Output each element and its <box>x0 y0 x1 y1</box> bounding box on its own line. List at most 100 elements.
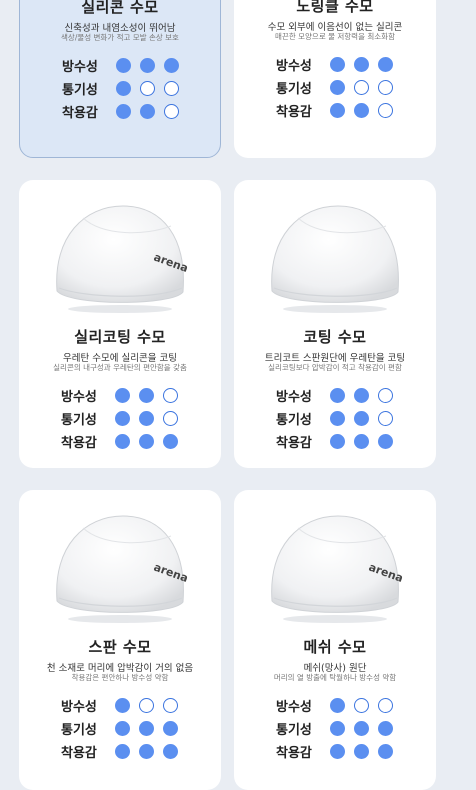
rating-row: 방수성 <box>276 384 402 407</box>
swim-cap-icon: arena <box>19 506 221 626</box>
rating-dot-filled <box>163 744 178 759</box>
rating-dot-filled <box>378 721 393 736</box>
rating-dot-filled <box>140 58 155 73</box>
rating-dot-filled <box>115 744 130 759</box>
rating-row: 통기성 <box>61 717 187 740</box>
rating-dot-filled <box>330 434 345 449</box>
product-title: 스판 수모 <box>88 638 152 656</box>
rating-table: 방수성통기성착용감 <box>276 384 402 453</box>
rating-label: 착용감 <box>62 106 98 121</box>
rating-table: 방수성통기성착용감 <box>276 694 402 763</box>
rating-label: 통기성 <box>61 413 97 428</box>
rating-row: 착용감 <box>276 740 402 763</box>
rating-dot-empty <box>378 698 393 713</box>
rating-dot-filled <box>354 388 369 403</box>
product-description: 실리콘의 내구성과 우레탄의 편안함을 갖춤 <box>53 363 187 372</box>
rating-dot-filled <box>354 434 369 449</box>
rating-dot-filled <box>330 744 345 759</box>
rating-dot-filled <box>116 58 131 73</box>
rating-dot-filled <box>140 104 155 119</box>
rating-table: 방수성통기성착용감 <box>61 694 187 763</box>
product-card[interactable]: 노링클 수모 수모 외부에 이음선이 없는 실리콘 매끈한 모양으로 물 저항력을 … <box>234 0 436 158</box>
rating-dot-empty <box>140 81 155 96</box>
rating-dot-filled <box>116 104 131 119</box>
rating-dot-filled <box>330 411 345 426</box>
rating-label: 방수성 <box>276 700 312 715</box>
rating-dot-empty <box>163 411 178 426</box>
rating-dot-filled <box>378 57 393 72</box>
rating-label: 착용감 <box>276 746 312 761</box>
rating-dot-empty <box>163 388 178 403</box>
rating-dot-filled <box>163 434 178 449</box>
rating-label: 통기성 <box>61 723 97 738</box>
product-card[interactable]: 코팅 수모 트리코트 스판원단에 우레탄을 코팅 실리코팅보다 압박감이 적고 착용… <box>234 180 436 468</box>
product-description: 매끈한 모양으로 물 저항력을 최소화함 <box>275 32 395 41</box>
product-title: 노링클 수모 <box>296 0 374 15</box>
product-description: 착용감은 편안하나 방수성 약함 <box>71 673 169 682</box>
rating-dot-filled <box>354 744 369 759</box>
rating-row: 착용감 <box>61 430 187 453</box>
rating-row: 통기성 <box>276 76 402 99</box>
rating-dot-filled <box>164 58 179 73</box>
rating-row: 착용감 <box>61 740 187 763</box>
rating-row: 통기성 <box>62 77 188 100</box>
rating-dot-filled <box>115 434 130 449</box>
rating-table: 방수성통기성착용감 <box>61 384 187 453</box>
rating-dot-filled <box>330 103 345 118</box>
rating-dot-empty <box>139 698 154 713</box>
product-card[interactable]: arena 실리코팅 수모 우레탄 수모에 실리콘을 코팅 실리콘의 내구성과 우레… <box>19 180 221 468</box>
rating-table: 방수성통기성착용감 <box>62 54 188 123</box>
rating-label: 착용감 <box>61 746 97 761</box>
rating-label: 착용감 <box>276 105 312 120</box>
product-card[interactable]: arena 스판 수모 천 소재로 머리에 압박감이 거의 없음 착용감은 편안하나… <box>19 490 221 790</box>
rating-label: 방수성 <box>61 700 97 715</box>
rating-dot-filled <box>330 388 345 403</box>
rating-dot-empty <box>378 411 393 426</box>
product-description: 실리코팅보다 압박감이 적고 착용감이 편함 <box>268 363 402 372</box>
rating-dot-filled <box>115 721 130 736</box>
rating-row: 통기성 <box>276 717 402 740</box>
rating-dot-filled <box>378 744 393 759</box>
rating-dot-filled <box>139 411 154 426</box>
rating-label: 방수성 <box>62 60 98 75</box>
rating-label: 방수성 <box>276 59 312 74</box>
rating-dot-filled <box>115 411 130 426</box>
rating-dot-filled <box>139 721 154 736</box>
rating-dot-filled <box>139 434 154 449</box>
rating-row: 착용감 <box>276 430 402 453</box>
rating-dot-filled <box>378 434 393 449</box>
rating-label: 통기성 <box>276 413 312 428</box>
rating-dot-empty <box>378 80 393 95</box>
rating-row: 방수성 <box>276 694 402 717</box>
rating-row: 통기성 <box>61 407 187 430</box>
rating-dot-empty <box>164 81 179 96</box>
rating-dot-filled <box>330 721 345 736</box>
swim-cap-icon <box>234 196 436 316</box>
rating-row: 방수성 <box>61 384 187 407</box>
rating-dot-filled <box>115 698 130 713</box>
rating-dot-filled <box>354 411 369 426</box>
rating-label: 착용감 <box>61 436 97 451</box>
rating-label: 착용감 <box>276 436 312 451</box>
rating-dot-filled <box>354 57 369 72</box>
rating-dot-filled <box>116 81 131 96</box>
rating-dot-filled <box>354 103 369 118</box>
swim-cap-icon: arena <box>234 506 436 626</box>
rating-dot-filled <box>163 721 178 736</box>
product-description: 머리의 열 방출에 탁월하나 방수성 약함 <box>273 673 397 682</box>
rating-dot-filled <box>330 80 345 95</box>
rating-dot-filled <box>330 57 345 72</box>
rating-dot-empty <box>163 698 178 713</box>
swim-cap-icon: arena <box>19 196 221 316</box>
product-card[interactable]: arena 메쉬 수모 메쉬(망사) 원단 머리의 열 방출에 탁월하나 방수성 약… <box>234 490 436 790</box>
product-title: 실리콘 수모 <box>81 0 159 16</box>
product-title: 코팅 수모 <box>303 328 367 346</box>
rating-label: 통기성 <box>276 82 312 97</box>
rating-table: 방수성통기성착용감 <box>276 53 402 122</box>
product-card[interactable]: 실리콘 수모 신축성과 내염소성이 뛰어남 색상/물성 변화가 적고 모발 손상 보… <box>19 0 221 158</box>
rating-dot-filled <box>354 721 369 736</box>
rating-row: 착용감 <box>276 99 402 122</box>
product-title: 실리코팅 수모 <box>74 328 166 346</box>
rating-dot-filled <box>115 388 130 403</box>
rating-dot-empty <box>354 80 369 95</box>
